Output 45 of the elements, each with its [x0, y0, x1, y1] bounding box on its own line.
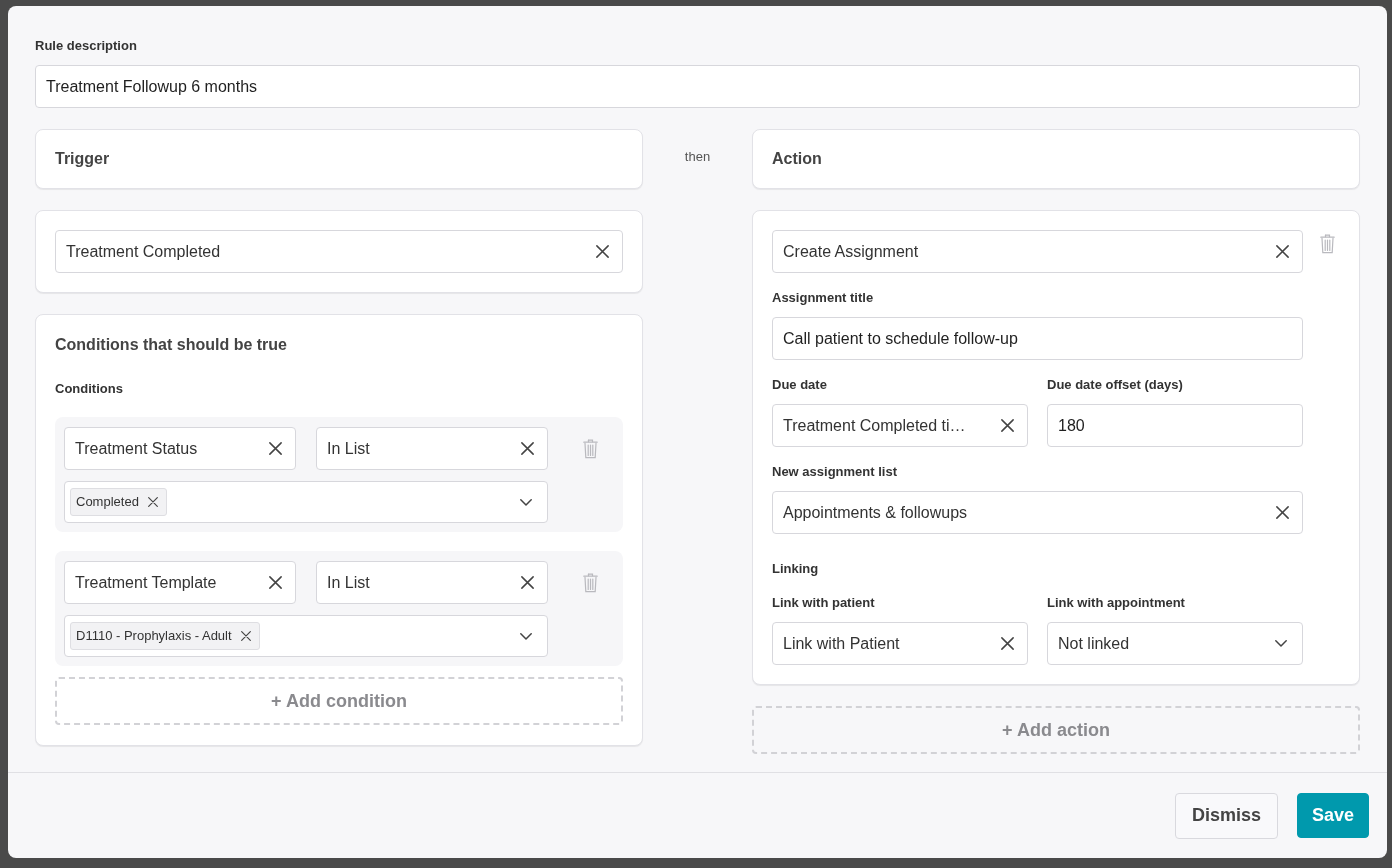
clear-icon[interactable] [596, 245, 609, 258]
select-field[interactable]: Treatment Completed ti… [772, 404, 1028, 447]
connector-label: then [684, 148, 711, 166]
clear-icon[interactable] [521, 576, 534, 589]
field-label: Conditions [55, 380, 124, 398]
section-title: Action [772, 149, 822, 169]
text-input[interactable]: Treatment Followup 6 months [35, 65, 1360, 108]
chevron-down-icon[interactable] [520, 632, 532, 640]
select-field[interactable]: In List [316, 427, 548, 470]
select-field[interactable]: In List [316, 561, 548, 604]
remove-icon[interactable] [240, 631, 251, 641]
clear-icon[interactable] [1001, 419, 1014, 432]
field-label: Rule description [35, 37, 138, 55]
text-input[interactable]: Call patient to schedule follow-up [772, 317, 1303, 360]
multi-select-field[interactable]: D1110 - Prophylaxis - Adult [64, 615, 548, 657]
field-label: Link with appointment [1047, 594, 1186, 612]
field-label: New assignment list [772, 463, 898, 481]
section-title: Trigger [55, 149, 110, 169]
chevron-down-icon[interactable] [520, 498, 532, 506]
clear-icon[interactable] [269, 442, 282, 455]
clear-icon[interactable] [1276, 245, 1289, 258]
field-label: Linking [772, 560, 820, 578]
field-label: Assignment title [772, 289, 875, 307]
clear-icon[interactable] [1001, 637, 1014, 650]
selected-tag[interactable]: Completed [70, 488, 167, 516]
select-field[interactable]: Link with Patient [772, 622, 1028, 665]
clear-icon[interactable] [269, 576, 282, 589]
selected-tag[interactable]: D1110 - Prophylaxis - Adult [70, 622, 260, 650]
multi-select-field[interactable]: Completed [64, 481, 548, 523]
dropdown-field[interactable]: Not linked [1047, 622, 1303, 665]
clear-icon[interactable] [521, 442, 534, 455]
select-field[interactable]: Appointments & followups [772, 491, 1303, 534]
section-title: Conditions that should be true [55, 335, 288, 355]
text-input[interactable]: 180 [1047, 404, 1303, 447]
select-field[interactable]: Treatment Completed [55, 230, 623, 273]
clear-icon[interactable] [1276, 506, 1289, 519]
field-label: Link with patient [772, 594, 876, 612]
remove-icon[interactable] [147, 497, 158, 507]
select-field[interactable]: Treatment Status [64, 427, 296, 470]
dismiss-button[interactable]: Dismiss [1174, 792, 1278, 839]
field-label: Due date offset (days) [1047, 376, 1184, 394]
select-field[interactable]: Create Assignment [772, 230, 1303, 273]
chevron-down-icon[interactable] [1275, 640, 1287, 647]
field-label: Due date [772, 376, 828, 394]
select-field[interactable]: Treatment Template [64, 561, 296, 604]
